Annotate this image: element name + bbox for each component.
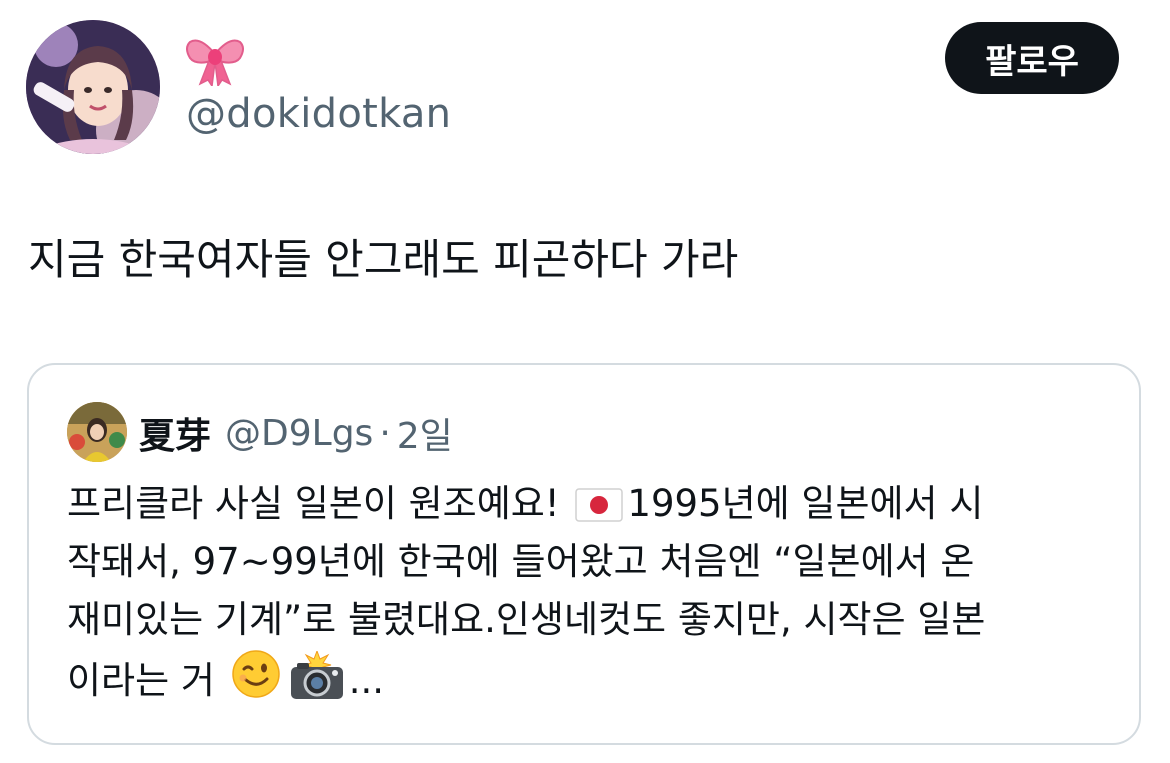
quoted-text-line-4: 이라는 거 ... [67,649,1117,710]
quoted-text-line-3: 재미있는 기계”로 불렸대요.인생네컷도 좋지만, 시작은 일본 [67,598,986,641]
quoted-tweet-text: 프리클라 사실 일본이 원조예요! 1995년에 일본에서 시 작돼서, 97~… [67,475,1117,710]
ribbon-icon [186,34,244,86]
camera-with-flash-icon [289,651,345,699]
tweet-text: 지금 한국여자들 안그래도 피곤하다 가라 [28,235,739,284]
quoted-tweet-time[interactable]: 2일 [397,407,453,459]
quoted-tweet-header: 夏芽 @D9Lgs · 2일 [139,405,453,461]
quoted-author-avatar[interactable] [67,402,127,462]
japan-flag-icon [575,488,624,522]
quoted-text-segment: 이라는 거 [67,659,227,702]
quoted-author-handle[interactable]: @D9Lgs [225,413,373,454]
quoted-text-line-2: 작돼서, 97~99년에 한국에 들어왔고 처음엔 “일본에서 온 [67,540,975,583]
quoted-text-segment: 1995년에 일본에서 시 [627,482,984,525]
quoted-text-segment: 프리클라 사실 일본이 원조예요! [67,482,572,525]
author-display-name[interactable] [186,30,244,90]
quoted-text-line-1: 프리클라 사실 일본이 원조예요! 1995년에 일본에서 시 [67,475,1117,533]
author-avatar[interactable] [26,20,160,154]
quoted-text-segment: ... [348,659,384,702]
quoted-header-separator: · [379,412,391,454]
quoted-tweet-card[interactable]: 夏芽 @D9Lgs · 2일 프리클라 사실 일본이 원조예요! 1995년에 … [27,363,1141,745]
author-handle[interactable]: @dokidotkan [186,90,451,138]
winking-face-icon [231,649,281,699]
quoted-author-name[interactable]: 夏芽 [139,407,211,459]
follow-button[interactable]: 팔로우 [945,22,1119,94]
